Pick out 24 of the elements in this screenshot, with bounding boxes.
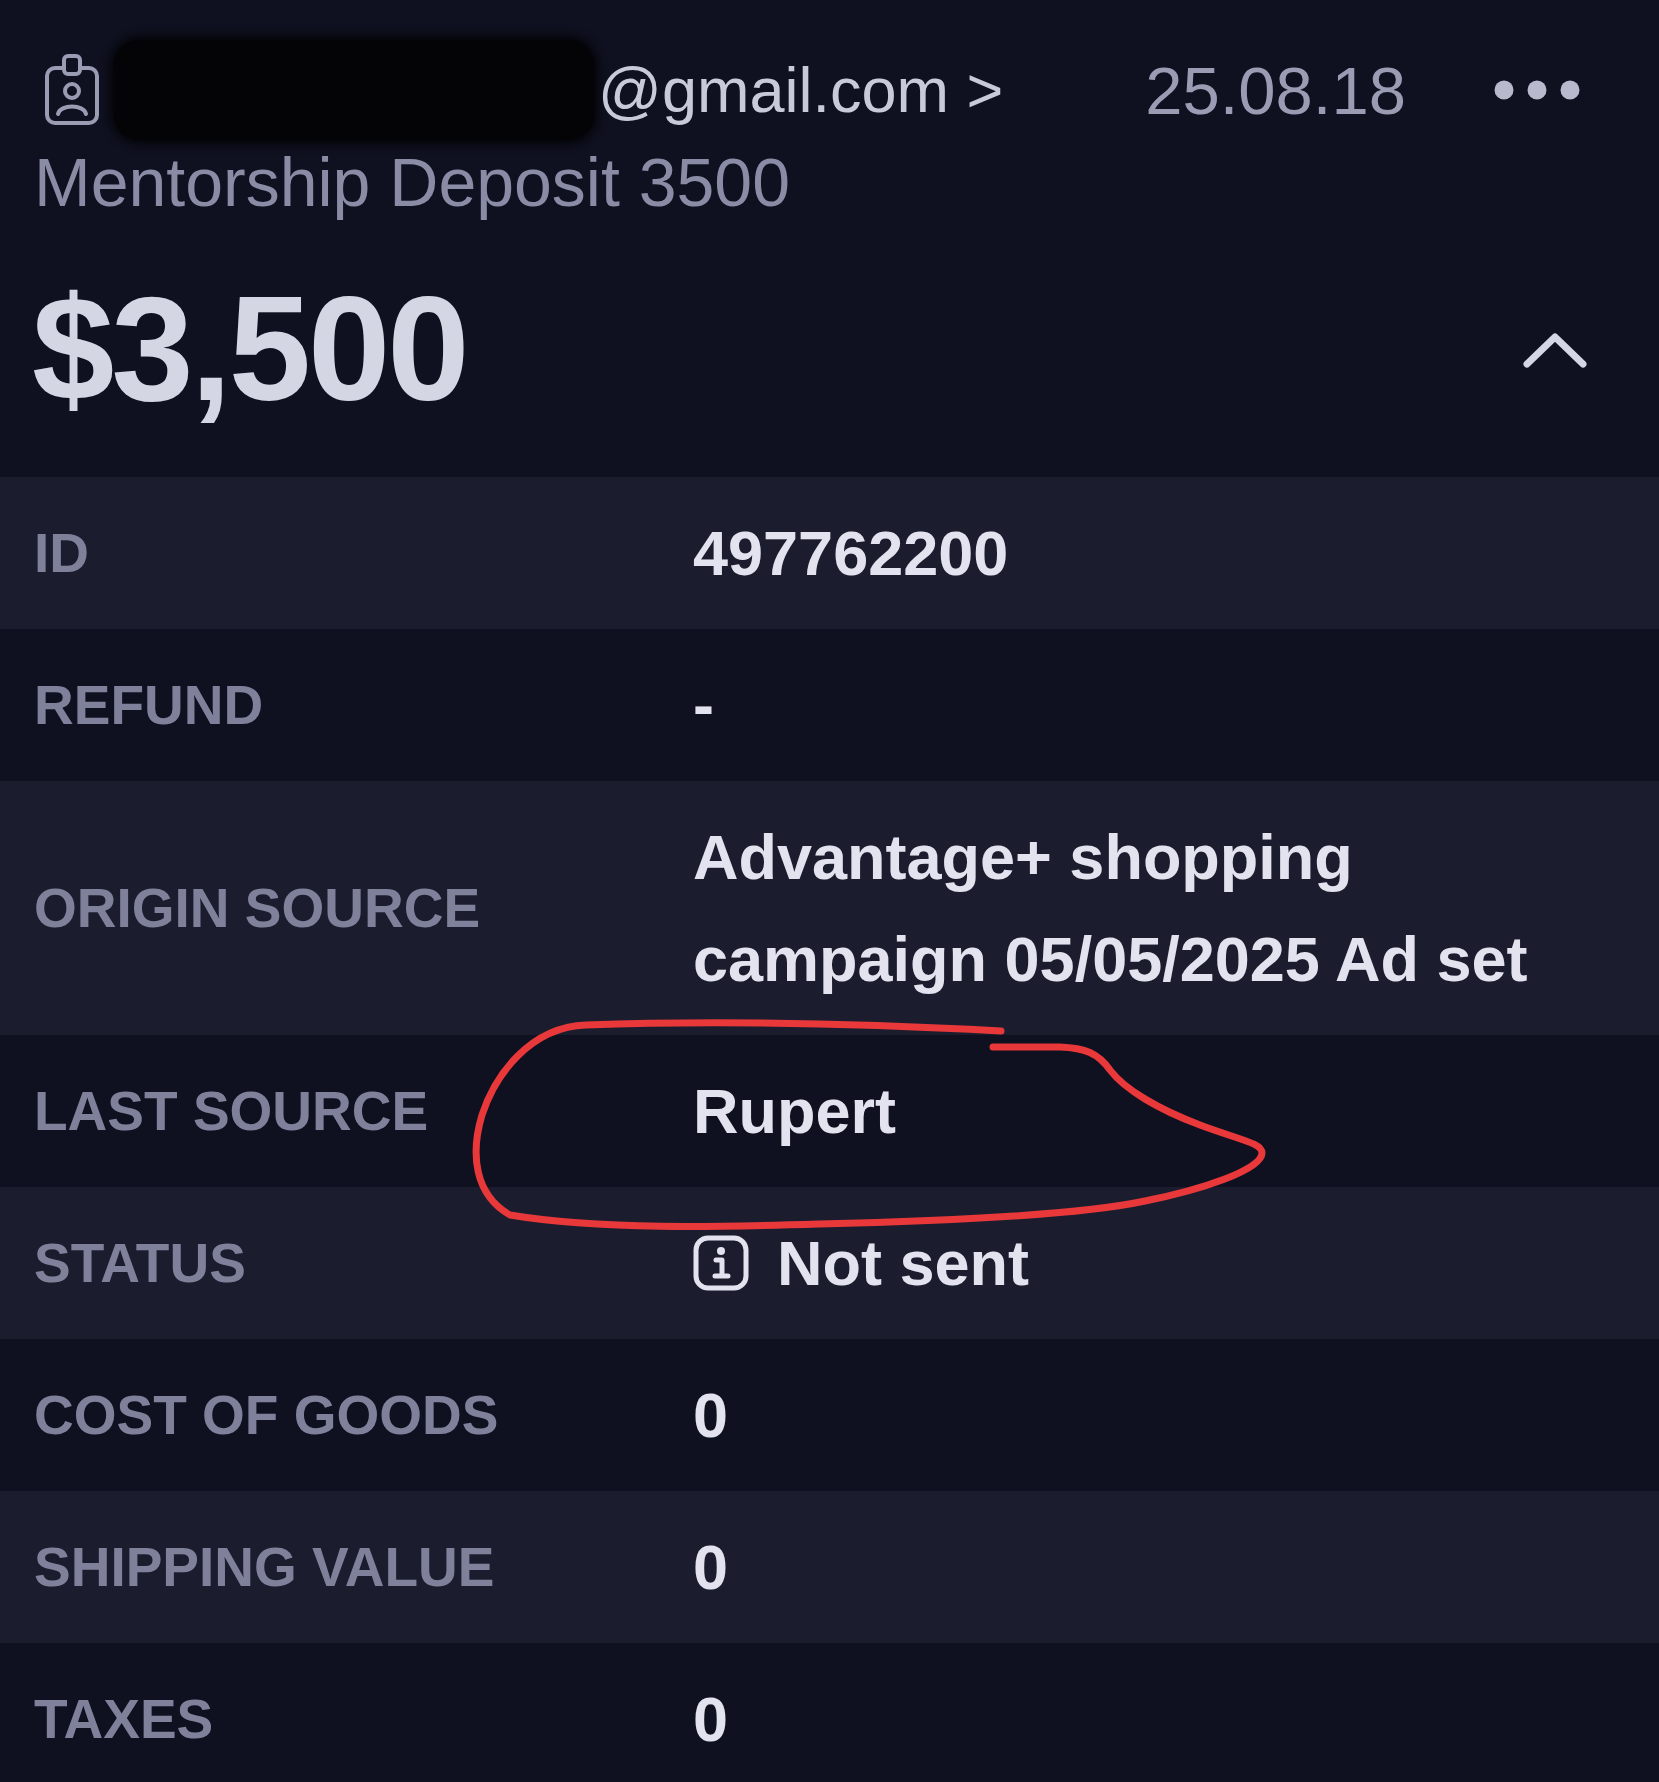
field-value: 497762200	[693, 517, 1009, 589]
field-value: 0	[693, 1531, 729, 1603]
email-link[interactable]: @gmail.com >	[598, 54, 1004, 126]
field-value: Rupert	[693, 1075, 896, 1147]
field-value: 0	[693, 1379, 729, 1451]
field-value: -	[693, 669, 714, 741]
transaction-title: Mentorship Deposit 3500	[34, 143, 790, 222]
status-text: Not sent	[777, 1227, 1029, 1299]
info-icon	[693, 1235, 749, 1291]
date-text: 25.08.18	[1145, 51, 1406, 129]
chevron-up-icon[interactable]	[1523, 331, 1587, 368]
more-icon[interactable]	[1494, 80, 1580, 100]
id-badge-icon	[44, 54, 100, 126]
field-label: ID	[33, 521, 90, 585]
amount-text: $3,500	[32, 265, 467, 434]
field-label: REFUND	[33, 673, 265, 737]
field-label: ORIGIN SOURCE	[33, 876, 482, 940]
field-value: Advantage+ shopping campaign 05/05/2025 Ad set	[693, 821, 1529, 996]
field-label: LAST SOURCE	[33, 1079, 430, 1143]
field-label: STATUS	[33, 1231, 247, 1295]
field-label: SHIPPING VALUE	[33, 1535, 496, 1599]
field-label: TAXES	[33, 1687, 215, 1751]
field-value: 0	[693, 1683, 729, 1755]
field-label: COST OF GOODS	[33, 1383, 500, 1447]
